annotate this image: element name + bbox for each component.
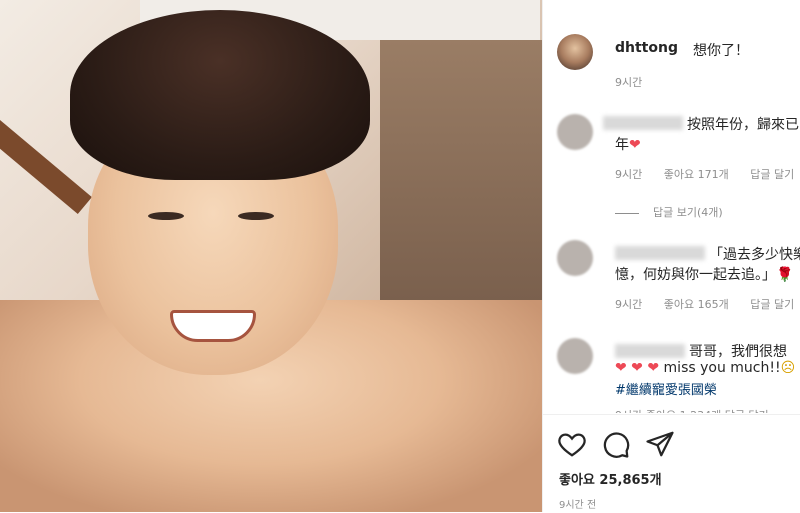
view-replies-button[interactable]: 답글 보기(4개) [615, 204, 723, 220]
commenter-username-blurred[interactable] [615, 246, 705, 260]
comment-meta: 9시간 좋아요 171개 답글 달기 [615, 166, 800, 182]
post-photo[interactable] [0, 0, 542, 512]
post-header: dhttong 想你了！ 9시간 [543, 0, 800, 100]
post-caption: 想你了！ [693, 43, 749, 59]
reply-button[interactable]: 답글 달기 [750, 168, 794, 181]
photo-smile [170, 310, 256, 342]
heart-emoji-icon: ❤ [629, 137, 641, 153]
comment-text: 哥哥，我們很想 [689, 344, 787, 360]
commenter-avatar[interactable] [557, 338, 593, 374]
comment-meta-cut: 9시간 좋아요 1,234개 답글 달기 [615, 407, 769, 413]
action-bar: 좋아요 25,865개 9시간 전 [543, 414, 800, 513]
comment-text: 按照年份，歸來已 [687, 117, 799, 133]
comment-meta: 9시간 좋아요 165개 답글 달기 [615, 296, 800, 312]
commenter-avatar[interactable] [557, 240, 593, 276]
author-avatar[interactable] [557, 34, 593, 70]
photo-hair [70, 10, 370, 180]
comment-text-line2: 年❤ [615, 137, 641, 153]
caption-time[interactable]: 9시간 [615, 74, 642, 90]
commenter-username-blurred[interactable] [615, 344, 685, 358]
rose-emoji-icon: 🌹 [776, 267, 794, 283]
sad-face-emoji-icon: ☹ [780, 360, 796, 376]
comment-time[interactable]: 9시간 [615, 168, 642, 181]
comment-likes[interactable]: 좋아요 165개 [664, 298, 729, 311]
comment-likes[interactable]: 좋아요 171개 [664, 168, 729, 181]
comment-text-line2: ❤ ❤ ❤ miss you much!!☹ [615, 360, 796, 376]
comment-bubble-icon[interactable] [601, 429, 631, 459]
photo-left-eye [148, 212, 184, 220]
post-timestamp[interactable]: 9시간 전 [559, 496, 596, 511]
comment-time[interactable]: 9시간 [615, 298, 642, 311]
paper-plane-icon[interactable] [645, 429, 675, 459]
hashtag-link[interactable]: #繼續寵愛張國榮 [615, 379, 717, 398]
heart-outline-icon[interactable] [557, 429, 587, 459]
replies-divider-line [615, 212, 639, 214]
photo-right-eye [238, 212, 274, 220]
hearts-emoji-icon: ❤ ❤ ❤ [615, 360, 660, 376]
commenter-username-blurred[interactable] [603, 116, 683, 130]
view-replies-label: 답글 보기(4개) [653, 206, 723, 219]
comment-text-line2: 憶，何妨與你一起去追。」🌹 [615, 267, 794, 283]
reply-button[interactable]: 답글 달기 [750, 298, 794, 311]
author-username[interactable]: dhttong [615, 40, 678, 56]
comment-text: 「過去多少快樂 [709, 247, 800, 263]
commenter-avatar[interactable] [557, 114, 593, 150]
likes-count[interactable]: 좋아요 25,865개 [559, 469, 662, 488]
post-sidebar: dhttong 想你了！ 9시간 按照年份，歸來已 年❤ 9시간 좋아요 171… [542, 0, 800, 512]
